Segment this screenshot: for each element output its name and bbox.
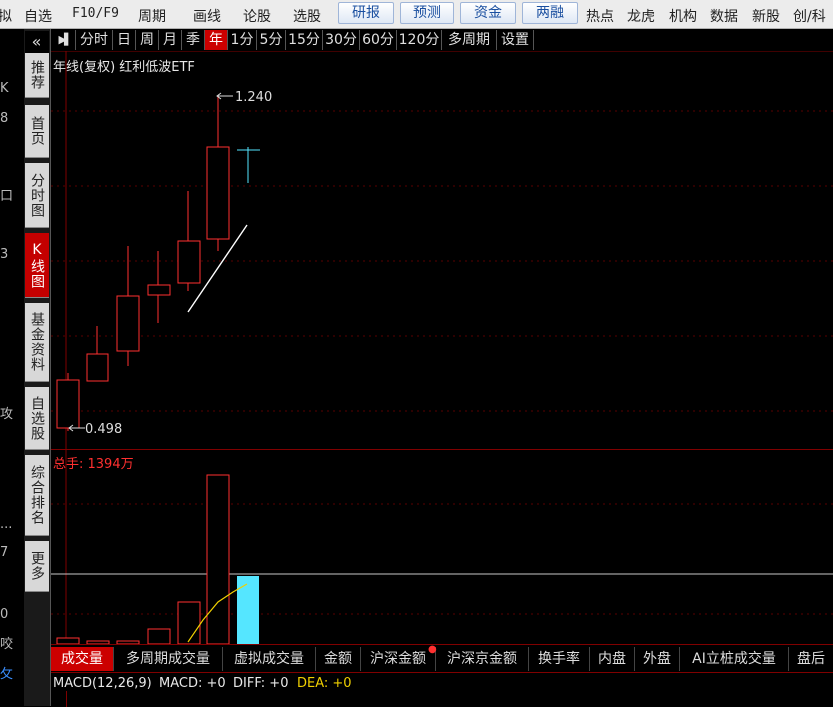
volume-chart[interactable]: 总手: 1394万 <box>51 450 833 644</box>
sidebar-collapse-button[interactable]: « <box>25 31 49 53</box>
toolbar-item-watchlist[interactable]: 自选 <box>24 6 52 26</box>
tab-volume[interactable]: 成交量 <box>51 647 114 671</box>
sidebar-item-ranking[interactable]: 综合排名 <box>25 455 49 536</box>
toolbar-item-period[interactable]: 周期 <box>138 6 166 26</box>
volume-bar <box>177 601 201 644</box>
tab-ai-volume[interactable]: AI立桩成交量 <box>680 647 789 671</box>
dea-value: DEA: +0 <box>297 676 352 691</box>
volume-total-label: 总手: 1394万 <box>53 457 134 472</box>
high-marker: 1.240 <box>216 90 272 105</box>
tab-turnover[interactable]: 换手率 <box>529 647 590 671</box>
tab-period-quarter[interactable]: 季 <box>182 30 205 50</box>
tab-multi-period[interactable]: 多周期 <box>442 30 497 50</box>
toolbar-item-screener[interactable]: 选股 <box>293 6 321 26</box>
tab-period-120m[interactable]: 120分 <box>397 30 442 50</box>
tab-period-intraday[interactable]: 分时 <box>76 30 113 50</box>
left-char: ... <box>0 517 13 532</box>
toolbar-item-draw[interactable]: 画线 <box>193 6 221 26</box>
fund-flow-button[interactable]: 资金 <box>460 2 516 24</box>
volume-grid <box>51 450 833 644</box>
volume-bar <box>147 628 171 644</box>
tab-inner-volume[interactable]: 内盘 <box>590 647 635 671</box>
left-char: 3 <box>0 247 9 262</box>
toolbar-item-dragon-tiger[interactable]: 龙虎 <box>627 6 655 26</box>
toolbar-item-f10[interactable]: F10/F9 <box>72 6 119 21</box>
macd-axis <box>66 691 67 707</box>
tab-sh-sz-amount[interactable]: 沪深金额 <box>361 647 436 671</box>
tab-period-1m[interactable]: 1分 <box>228 30 257 50</box>
tab-period-month[interactable]: 月 <box>159 30 182 50</box>
margin-button[interactable]: 两融 <box>522 2 578 24</box>
toolbar-item-0[interactable]: 拟 <box>0 6 12 26</box>
toolbar-item-hot[interactable]: 热点 <box>586 6 614 26</box>
sidebar-item-fund-info[interactable]: 基金资料 <box>25 303 49 382</box>
candle-body <box>147 284 171 296</box>
forecast-button[interactable]: 预测 <box>400 2 454 24</box>
sidebar-item-intraday[interactable]: 分时图 <box>25 163 49 228</box>
low-price-label: 0.498 <box>85 422 122 437</box>
macd-value: MACD: +0 <box>159 676 226 691</box>
toolbar-item-ipo[interactable]: 新股 <box>752 6 780 26</box>
chart-title: 年线(复权) 红利低波ETF <box>53 59 195 75</box>
sidebar-item-kline[interactable]: K线图 <box>25 233 49 298</box>
left-char: 7 <box>0 545 9 560</box>
research-button[interactable]: 研报 <box>338 2 394 24</box>
vertical-sidebar: « 推荐 首页 分时图 K线图 基金资料 自选股 综合排名 更多 <box>24 29 51 706</box>
left-char: 咬 <box>0 637 14 652</box>
grid-lines <box>51 51 833 449</box>
sidebar-item-more[interactable]: 更多 <box>25 541 49 592</box>
tab-period-year[interactable]: 年 <box>205 30 228 50</box>
macd-indicator-bar: MACD(12,26,9) MACD: +0 DIFF: +0 DEA: +0 <box>51 672 833 707</box>
toolbar-item-institution[interactable]: 机构 <box>669 6 697 26</box>
left-char: 口 <box>0 189 14 204</box>
candles <box>56 96 260 431</box>
tab-period-5m[interactable]: 5分 <box>257 30 286 50</box>
toolbar-item-data[interactable]: 数据 <box>710 6 738 26</box>
top-toolbar: 拟 自选 F10/F9 周期 画线 论股 选股 研报 预测 资金 两融 热点 龙… <box>0 0 833 29</box>
kline-chart[interactable]: 年线(复权) 红利低波ETF 1.240 0.498 <box>51 51 833 449</box>
toolbar-item-discuss[interactable]: 论股 <box>243 6 271 26</box>
volume-bar <box>206 474 230 644</box>
diff-value: DIFF: +0 <box>233 676 289 691</box>
tab-amount[interactable]: 金额 <box>316 647 361 671</box>
tab-period-15m[interactable]: 15分 <box>286 30 323 50</box>
tab-outer-volume[interactable]: 外盘 <box>635 647 680 671</box>
volume-bars <box>56 474 259 644</box>
period-toggle-icon[interactable]: ▶▌ <box>53 30 76 50</box>
tab-after-hours[interactable]: 盘后 <box>789 647 833 671</box>
left-char: 攻 <box>0 407 14 422</box>
high-price-label: 1.240 <box>235 90 272 105</box>
volume-bar-current <box>237 576 259 644</box>
tab-virtual-volume[interactable]: 虚拟成交量 <box>223 647 316 671</box>
tab-period-60m[interactable]: 60分 <box>360 30 397 50</box>
candle-body <box>206 146 230 240</box>
candle-body <box>56 379 80 429</box>
left-char: 8 <box>0 111 9 126</box>
tab-sh-sz-bj-amount[interactable]: 沪深京金额 <box>436 647 529 671</box>
candle-body <box>116 295 140 352</box>
period-tab-bar: ▶▌ 分时 日 周 月 季 年 1分 5分 15分 30分 60分 120分 多… <box>51 29 833 51</box>
left-partial-panel: K 8 口 3 攻 ... 7 0 咬 攵 <box>0 29 22 706</box>
left-char: 0 <box>0 607 9 622</box>
candle-body <box>86 353 109 382</box>
sidebar-item-home[interactable]: 首页 <box>25 105 49 158</box>
toolbar-item-star[interactable]: 创/科 <box>793 6 826 26</box>
left-char: 攵 <box>0 667 14 682</box>
tab-period-30m[interactable]: 30分 <box>323 30 360 50</box>
tab-multi-period-volume[interactable]: 多周期成交量 <box>114 647 223 671</box>
tab-settings[interactable]: 设置 <box>497 30 534 50</box>
sidebar-item-watchlist[interactable]: 自选股 <box>25 387 49 450</box>
candle-body <box>177 240 201 284</box>
indicator-tab-bar: 成交量 多周期成交量 虚拟成交量 金额 沪深金额 ● 沪深京金额 换手率 内盘 … <box>51 644 833 673</box>
tab-period-day[interactable]: 日 <box>113 30 136 50</box>
tab-period-week[interactable]: 周 <box>136 30 159 50</box>
left-char: K <box>0 81 9 96</box>
macd-params[interactable]: MACD(12,26,9) <box>53 676 152 691</box>
sidebar-item-recommend[interactable]: 推荐 <box>25 53 49 98</box>
